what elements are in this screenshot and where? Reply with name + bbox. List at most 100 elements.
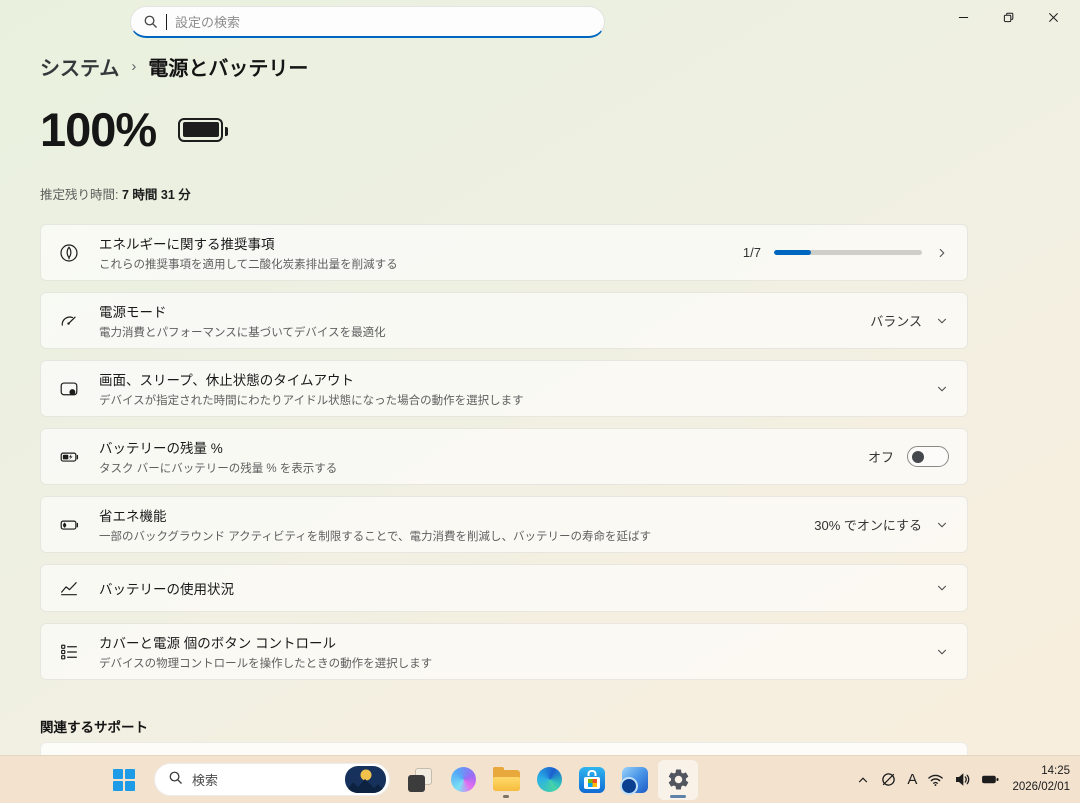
breadcrumb-system[interactable]: システム bbox=[40, 52, 119, 81]
ime-mode-button[interactable]: A bbox=[902, 760, 922, 800]
wifi-button[interactable] bbox=[922, 760, 949, 800]
file-explorer-icon bbox=[492, 767, 520, 791]
card-text: 省エネ機能 一部のバックグラウンド アクティビティを制限することで、電力消費を削… bbox=[99, 505, 814, 544]
microsoft-store-button[interactable] bbox=[572, 760, 612, 800]
battery-tray-button[interactable] bbox=[976, 760, 1005, 800]
battery-leaf-icon bbox=[58, 514, 80, 536]
chevron-separator-icon: › bbox=[131, 58, 137, 75]
chevron-down-icon[interactable] bbox=[935, 314, 949, 328]
taskbar: 検索 A 14:25 2026/02/01 bbox=[0, 755, 1080, 803]
breadcrumb: システム › 電源とバッテリー bbox=[40, 52, 308, 81]
copilot-button[interactable] bbox=[443, 760, 483, 800]
card-battery-percentage[interactable]: バッテリーの残量 % タスク バーにバッテリーの残量 % を表示する オフ bbox=[40, 428, 968, 485]
card-energy-saver[interactable]: 省エネ機能 一部のバックグラウンド アクティビティを制限することで、電力消費を削… bbox=[40, 496, 968, 553]
settings-window: 設定の検索 システム › 電源とバッテリー 100% 推定残り時間: 7 時間 … bbox=[0, 0, 1080, 803]
tray-overflow-button[interactable] bbox=[851, 760, 875, 800]
search-icon bbox=[143, 14, 158, 29]
page-title: 電源とバッテリー bbox=[148, 58, 309, 80]
energy-progress-bar bbox=[774, 250, 922, 255]
edge-button[interactable] bbox=[529, 760, 569, 800]
card-title: バッテリーの残量 % bbox=[99, 441, 223, 456]
task-view-button[interactable] bbox=[400, 760, 440, 800]
chevron-down-icon[interactable] bbox=[935, 581, 949, 595]
clock-date: 2026/02/01 bbox=[1012, 780, 1070, 793]
windows-logo-icon bbox=[113, 768, 135, 791]
active-indicator bbox=[670, 794, 686, 798]
card-controls: バランス bbox=[870, 311, 949, 330]
onedrive-status-button[interactable] bbox=[875, 760, 902, 800]
card-lid-power-controls[interactable]: カバーと電源 個のボタン コントロール デバイスの物理コントロールを操作したとき… bbox=[40, 623, 968, 680]
card-subtitle: これらの推奨事項を適用して二酸化炭素排出量を削減する bbox=[99, 259, 398, 271]
checklist-icon bbox=[58, 641, 80, 663]
battery-percent: 100% bbox=[40, 103, 157, 156]
energy-progress-count: 1/7 bbox=[742, 245, 761, 260]
line-chart-icon bbox=[58, 577, 80, 599]
onedrive-off-icon bbox=[882, 773, 896, 786]
outlook-icon bbox=[620, 766, 648, 795]
search-highlight-image bbox=[345, 766, 386, 793]
clock[interactable]: 14:25 2026/02/01 bbox=[1012, 764, 1070, 795]
battery-status: 100% bbox=[40, 102, 229, 157]
minimize-button[interactable] bbox=[941, 0, 986, 34]
chevron-down-icon[interactable] bbox=[935, 382, 949, 396]
battery-full-icon bbox=[178, 117, 229, 142]
card-text: エネルギーに関する推奨事項 これらの推奨事項を適用して二酸化炭素排出量を削減する bbox=[99, 233, 743, 272]
estimate-label: 推定残り時間: bbox=[40, 188, 119, 202]
card-battery-usage[interactable]: バッテリーの使用状況 bbox=[40, 564, 968, 612]
card-text: バッテリーの使用状況 bbox=[99, 578, 935, 598]
file-explorer-button[interactable] bbox=[486, 760, 526, 800]
restore-button[interactable] bbox=[986, 0, 1031, 34]
settings-search-placeholder: 設定の検索 bbox=[175, 15, 241, 30]
microsoft-store-icon bbox=[579, 766, 605, 793]
energy-progress-fill bbox=[774, 250, 811, 255]
card-energy-recommendations[interactable]: エネルギーに関する推奨事項 これらの推奨事項を適用して二酸化炭素排出量を削減する… bbox=[40, 224, 968, 281]
card-controls bbox=[935, 581, 949, 595]
battery-tray-icon bbox=[982, 775, 999, 784]
chevron-down-icon[interactable] bbox=[935, 518, 949, 532]
settings-cards: エネルギーに関する推奨事項 これらの推奨事項を適用して二酸化炭素排出量を削減する… bbox=[40, 224, 968, 680]
estimate-value: 7 時間 31 分 bbox=[121, 188, 191, 202]
battery-percent-toggle[interactable] bbox=[907, 446, 949, 467]
task-view-icon bbox=[408, 767, 432, 792]
taskbar-apps: 検索 bbox=[104, 759, 698, 800]
power-mode-value: バランス bbox=[870, 314, 922, 329]
settings-gear-icon bbox=[666, 767, 691, 792]
start-button[interactable] bbox=[104, 760, 144, 800]
card-title: カバーと電源 個のボタン コントロール bbox=[99, 636, 337, 651]
card-controls bbox=[935, 645, 949, 659]
card-power-mode[interactable]: 電源モード 電力消費とパフォーマンスに基づいてデバイスを最適化 バランス bbox=[40, 292, 968, 349]
card-text: 画面、スリープ、休止状態のタイムアウト デバイスが指定された時間にわたりアイドル… bbox=[99, 369, 935, 408]
chevron-right-icon[interactable] bbox=[935, 246, 949, 260]
settings-button[interactable] bbox=[658, 759, 698, 800]
outlook-button[interactable] bbox=[615, 760, 655, 800]
card-controls: 30% でオンにする bbox=[814, 515, 949, 534]
card-subtitle: デバイスの物理コントロールを操作したときの動作を選択します bbox=[99, 658, 433, 670]
wifi-icon bbox=[928, 774, 944, 786]
card-controls: オフ bbox=[868, 446, 949, 467]
taskbar-search-button[interactable]: 検索 bbox=[154, 763, 390, 796]
card-title: バッテリーの使用状況 bbox=[99, 582, 234, 597]
card-subtitle: タスク バーにバッテリーの残量 % を表示する bbox=[99, 463, 338, 475]
taskbar-search-label: 検索 bbox=[192, 773, 219, 788]
card-controls: 1/7 bbox=[743, 245, 949, 260]
clock-time: 14:25 bbox=[1041, 764, 1070, 777]
volume-button[interactable] bbox=[949, 760, 976, 800]
text-caret bbox=[166, 13, 167, 30]
card-text: 電源モード 電力消費とパフォーマンスに基づいてデバイスを最適化 bbox=[99, 301, 870, 340]
chevron-down-icon[interactable] bbox=[935, 645, 949, 659]
screen-sleep-icon bbox=[58, 378, 80, 400]
card-title: エネルギーに関する推奨事項 bbox=[99, 237, 275, 252]
related-support-card-partial[interactable] bbox=[40, 742, 968, 755]
system-tray: A 14:25 2026/02/01 bbox=[851, 760, 1070, 800]
card-subtitle: デバイスが指定された時間にわたりアイドル状態になった場合の動作を選択します bbox=[99, 395, 524, 407]
card-screen-sleep-timeouts[interactable]: 画面、スリープ、休止状態のタイムアウト デバイスが指定された時間にわたりアイドル… bbox=[40, 360, 968, 417]
settings-search-input[interactable]: 設定の検索 bbox=[130, 6, 605, 38]
energy-saver-value: 30% でオンにする bbox=[814, 518, 922, 533]
ime-mode-indicator: A bbox=[907, 771, 918, 788]
edge-icon bbox=[536, 767, 562, 792]
close-button[interactable] bbox=[1031, 0, 1076, 34]
card-subtitle: 電力消費とパフォーマンスに基づいてデバイスを最適化 bbox=[99, 327, 386, 339]
volume-icon bbox=[956, 773, 970, 786]
card-controls bbox=[935, 382, 949, 396]
leaf-circle-icon bbox=[58, 242, 80, 264]
